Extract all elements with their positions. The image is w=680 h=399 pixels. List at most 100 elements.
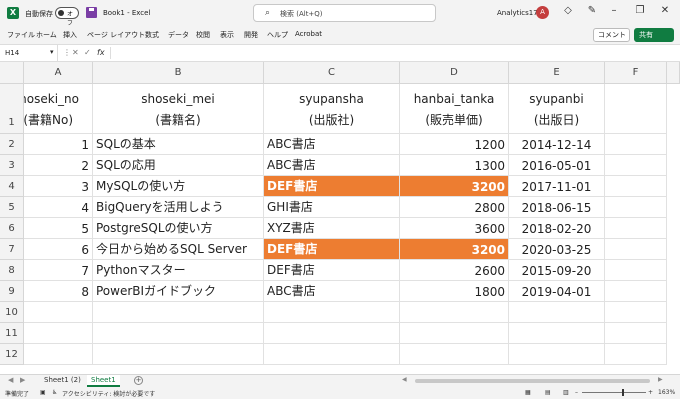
header-cell-syupansha[interactable]: syupansha (出版社) xyxy=(264,84,400,134)
comment-button[interactable]: コメント xyxy=(593,28,630,42)
empty-cell[interactable] xyxy=(93,302,264,323)
cell-syupanbi[interactable]: 2018-02-20 xyxy=(509,218,605,239)
horizontal-scrollbar[interactable]: ◀ ▶ xyxy=(400,376,670,384)
empty-cell[interactable] xyxy=(605,134,667,155)
chevron-down-icon[interactable]: ▾ xyxy=(50,48,54,56)
row-header[interactable]: 4 xyxy=(0,176,24,197)
cell-shoseki-mei[interactable]: 今日から始めるSQL Server xyxy=(93,239,264,260)
cell-syupanbi[interactable]: 2017-11-01 xyxy=(509,176,605,197)
page-break-view-icon[interactable]: ▥ xyxy=(563,389,569,396)
cell-shoseki-no[interactable]: 3 xyxy=(24,176,93,197)
cell-syupansha[interactable]: DEF書店 xyxy=(264,260,400,281)
row-header[interactable]: 3 xyxy=(0,155,24,176)
column-header-b[interactable]: B xyxy=(93,62,264,84)
empty-cell[interactable] xyxy=(605,260,667,281)
header-cell-syupanbi[interactable]: syupanbi (出版日) xyxy=(509,84,605,134)
scroll-left-icon[interactable]: ◀ xyxy=(402,376,407,383)
row-header[interactable]: 1 xyxy=(0,84,24,134)
tab-formulas[interactable]: 数式 xyxy=(145,30,159,40)
empty-cell[interactable] xyxy=(264,323,400,344)
empty-cell[interactable] xyxy=(605,197,667,218)
cell-shoseki-mei[interactable]: PowerBIガイドブック xyxy=(93,281,264,302)
tab-review[interactable]: 校閲 xyxy=(196,30,210,40)
tab-insert[interactable]: 挿入 xyxy=(63,30,77,40)
cell-syupanbi[interactable]: 2014-12-14 xyxy=(509,134,605,155)
scroll-right-icon[interactable]: ▶ xyxy=(658,376,663,383)
sheet-tab-sheet1-2[interactable]: Sheet1 (2) xyxy=(40,375,85,387)
zoom-slider-thumb[interactable] xyxy=(622,389,624,396)
empty-cell[interactable] xyxy=(605,176,667,197)
cell-syupanbi[interactable]: 2016-05-01 xyxy=(509,155,605,176)
cell-shoseki-no[interactable]: 5 xyxy=(24,218,93,239)
empty-cell[interactable] xyxy=(605,281,667,302)
empty-cell[interactable] xyxy=(93,344,264,365)
row-header[interactable]: 5 xyxy=(0,197,24,218)
cell-hanbai-tanka[interactable]: 3200 xyxy=(400,239,509,260)
tab-file[interactable]: ファイル xyxy=(7,30,35,40)
cell-syupanbi[interactable]: 2015-09-20 xyxy=(509,260,605,281)
fx-icon[interactable]: fx xyxy=(97,48,105,57)
cell-shoseki-no[interactable]: 6 xyxy=(24,239,93,260)
row-header[interactable]: 9 xyxy=(0,281,24,302)
row-header[interactable]: 11 xyxy=(0,323,24,344)
cell-syupansha[interactable]: ABC書店 xyxy=(264,134,400,155)
cell-shoseki-mei[interactable]: PostgreSQLの使い方 xyxy=(93,218,264,239)
share-button[interactable]: 共有 xyxy=(634,28,674,42)
column-header-d[interactable]: D xyxy=(400,62,509,84)
empty-cell[interactable] xyxy=(264,302,400,323)
close-icon[interactable]: ✕ xyxy=(658,5,672,16)
empty-cell[interactable] xyxy=(605,344,667,365)
column-header-a[interactable]: A xyxy=(24,62,93,84)
formula-input[interactable] xyxy=(110,47,675,59)
zoom-level[interactable]: 163% xyxy=(658,389,675,396)
cancel-icon[interactable]: ✕ xyxy=(72,48,79,57)
page-layout-view-icon[interactable]: ▤ xyxy=(545,389,551,396)
row-header[interactable]: 2 xyxy=(0,134,24,155)
tab-page-layout[interactable]: ページ レイアウト xyxy=(87,30,145,40)
cell-hanbai-tanka[interactable]: 3600 xyxy=(400,218,509,239)
cell-syupansha[interactable]: GHI書店 xyxy=(264,197,400,218)
cell-shoseki-no[interactable]: 7 xyxy=(24,260,93,281)
column-header-c[interactable]: C xyxy=(264,62,400,84)
empty-cell[interactable] xyxy=(400,344,509,365)
row-header[interactable]: 8 xyxy=(0,260,24,281)
empty-cell[interactable] xyxy=(264,344,400,365)
cell-syupanbi[interactable]: 2020-03-25 xyxy=(509,239,605,260)
cell-hanbai-tanka[interactable]: 2600 xyxy=(400,260,509,281)
zoom-out-icon[interactable]: – xyxy=(575,389,578,396)
empty-cell[interactable] xyxy=(509,302,605,323)
accessibility-status[interactable]: アクセシビリティ: 検討が必要です xyxy=(62,389,155,398)
cell-syupansha[interactable]: DEF書店 xyxy=(264,239,400,260)
empty-cell[interactable] xyxy=(605,302,667,323)
tab-acrobat[interactable]: Acrobat xyxy=(295,30,322,38)
pen-icon[interactable]: ✎ xyxy=(585,5,599,16)
row-header[interactable]: 12 xyxy=(0,344,24,365)
cell-syupansha[interactable]: DEF書店 xyxy=(264,176,400,197)
cell-shoseki-mei[interactable]: SQLの基本 xyxy=(93,134,264,155)
empty-cell[interactable] xyxy=(509,344,605,365)
header-cell-shoseki-mei[interactable]: shoseki_mei (書籍名) xyxy=(93,84,264,134)
header-cell-shoseki-no[interactable]: shoseki_no (書籍No) xyxy=(24,84,93,134)
cell-syupanbi[interactable]: 2019-04-01 xyxy=(509,281,605,302)
tab-home[interactable]: ホーム xyxy=(36,30,57,40)
column-header-f[interactable]: F xyxy=(605,62,667,84)
cell-shoseki-no[interactable]: 8 xyxy=(24,281,93,302)
sheet-tab-sheet1[interactable]: Sheet1 xyxy=(87,375,120,387)
cell-hanbai-tanka[interactable]: 1800 xyxy=(400,281,509,302)
tab-developer[interactable]: 開発 xyxy=(244,30,258,40)
add-sheet-icon[interactable]: + xyxy=(134,376,143,385)
autosave-toggle[interactable]: オフ xyxy=(55,7,79,27)
cell-shoseki-mei[interactable]: BigQueryを活用しよう xyxy=(93,197,264,218)
search-box[interactable]: ⌕ 検索 (Alt+Q) xyxy=(253,4,436,22)
cell-syupansha[interactable]: XYZ書店 xyxy=(264,218,400,239)
column-header-g[interactable] xyxy=(667,62,680,84)
cell-shoseki-mei[interactable]: Pythonマスター xyxy=(93,260,264,281)
save-icon[interactable] xyxy=(86,7,97,18)
cell-shoseki-no[interactable]: 4 xyxy=(24,197,93,218)
avatar[interactable]: A xyxy=(536,6,549,19)
cell-syupansha[interactable]: ABC書店 xyxy=(264,155,400,176)
scrollbar-thumb[interactable] xyxy=(415,379,650,383)
empty-cell[interactable] xyxy=(400,302,509,323)
cell-shoseki-no[interactable]: 1 xyxy=(24,134,93,155)
empty-cell[interactable] xyxy=(605,323,667,344)
